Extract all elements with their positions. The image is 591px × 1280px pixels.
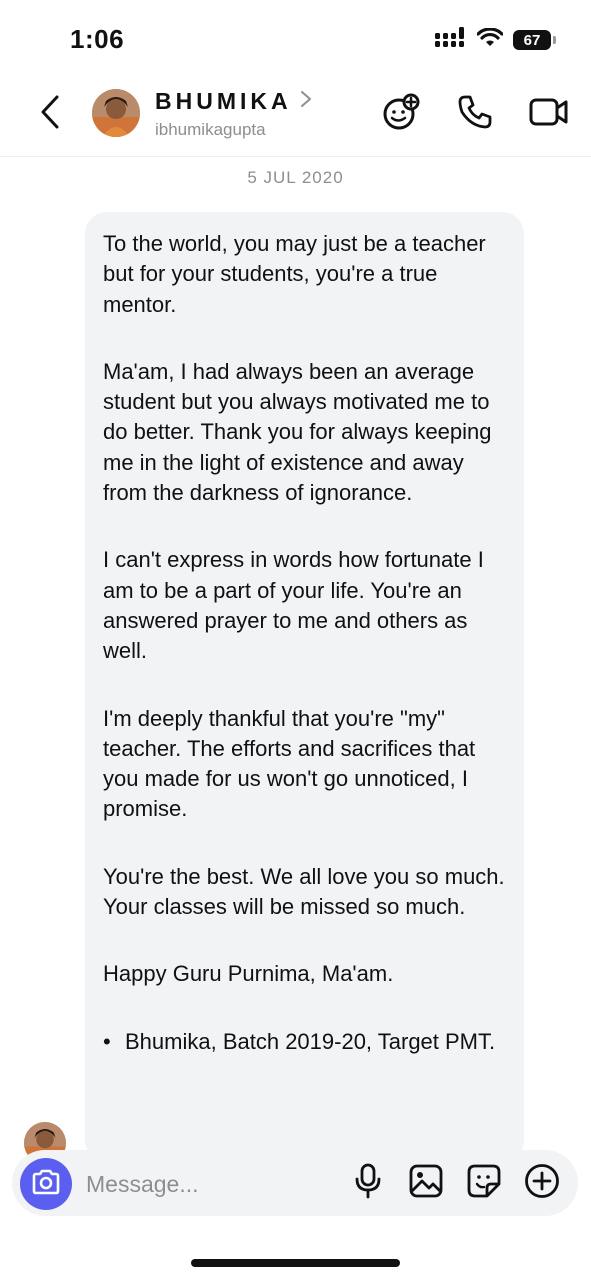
status-bar: 1:06 67 xyxy=(0,0,591,80)
contact-name-link[interactable]: BHUMIKA xyxy=(155,88,312,115)
wifi-icon xyxy=(476,26,504,53)
contact-username: ibhumikagupta xyxy=(155,120,266,139)
message-paragraph: To the world, you may just be a teacher … xyxy=(103,231,486,317)
message-paragraph: I'm deeply thankful that you're "my" tea… xyxy=(103,705,476,822)
back-chevron-icon xyxy=(39,94,61,135)
message-paragraph: Happy Guru Purnima, Ma'am. xyxy=(103,961,394,987)
voice-message-button[interactable] xyxy=(350,1163,386,1204)
chevron-right-icon xyxy=(300,90,312,113)
back-button[interactable] xyxy=(30,94,70,134)
date-separator: 5 JUL 2020 xyxy=(247,168,344,187)
sticker-button[interactable] xyxy=(466,1164,502,1202)
signature-bullet: • xyxy=(103,1028,111,1054)
effects-icon xyxy=(381,92,421,137)
header-actions xyxy=(381,92,569,137)
video-camera-icon xyxy=(529,95,569,134)
message-paragraph: You're the best. We all love you so much… xyxy=(103,863,505,920)
gallery-button[interactable] xyxy=(408,1164,444,1202)
status-time: 1:06 xyxy=(70,24,125,54)
message-input[interactable] xyxy=(84,1164,318,1204)
message-signature: • Bhumika, Batch 2019-20, Target PMT. xyxy=(103,1027,506,1057)
gallery-icon xyxy=(409,1164,443,1203)
phone-icon xyxy=(457,94,493,135)
composer-actions xyxy=(350,1163,560,1204)
message-text: To the world, you may just be a teacher … xyxy=(85,212,524,1057)
microphone-icon xyxy=(355,1163,381,1204)
camera-button[interactable] xyxy=(20,1158,72,1210)
add-button[interactable] xyxy=(524,1163,560,1204)
message-paragraph: Ma'am, I had always been an average stud… xyxy=(103,358,492,506)
home-indicator[interactable] xyxy=(191,1259,400,1267)
contact-avatar[interactable] xyxy=(92,89,140,137)
signature-text: Bhumika, Batch 2019-20, Target PMT. xyxy=(125,1028,496,1054)
audio-call-button[interactable] xyxy=(455,94,495,134)
battery-icon: 67 xyxy=(513,30,556,50)
add-icon xyxy=(524,1163,560,1204)
status-icons: 67 xyxy=(435,26,556,54)
effects-button[interactable] xyxy=(381,92,421,137)
sticker-icon xyxy=(467,1164,501,1203)
message-bubble[interactable]: To the world, you may just be a teacher … xyxy=(85,212,524,1162)
chat-header: BHUMIKA ibhumikagupta xyxy=(0,80,591,157)
contact-name: BHUMIKA xyxy=(155,88,292,114)
message-composer xyxy=(12,1150,578,1216)
camera-icon xyxy=(31,1169,61,1200)
message-paragraph: I can't express in words how fortunate I… xyxy=(103,547,484,664)
video-call-button[interactable] xyxy=(529,94,569,134)
battery-level: 67 xyxy=(523,31,541,49)
cellular-signal-icon xyxy=(435,26,467,54)
